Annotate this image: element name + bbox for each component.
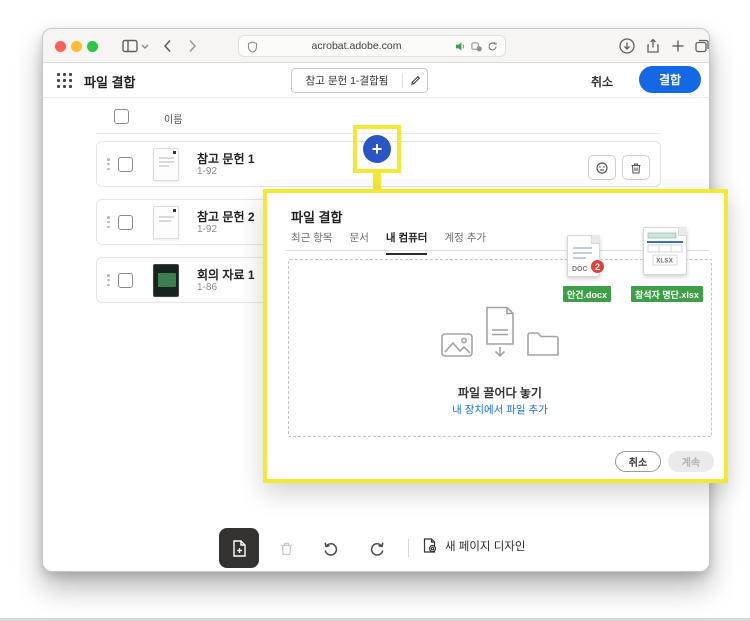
file-name: 참고 문헌 2: [197, 210, 255, 224]
file-thumbnail: [153, 264, 179, 297]
row-checkbox[interactable]: [118, 215, 133, 230]
new-page-design-button[interactable]: 새 페이지 디자인: [421, 537, 525, 554]
drag-handle-icon[interactable]: [105, 272, 112, 290]
tab-my-computer[interactable]: 내 컴퓨터: [385, 230, 428, 255]
combine-button[interactable]: 결합: [639, 66, 701, 93]
cancel-button[interactable]: 취소: [591, 73, 613, 90]
downloads-icon[interactable]: [618, 37, 636, 55]
edit-filename-icon[interactable]: [403, 75, 427, 86]
docx-file-icon[interactable]: DOC 2: [567, 235, 605, 277]
file-page-range: 1-92: [197, 166, 218, 177]
expand-pages-button[interactable]: [588, 155, 616, 180]
combined-filename-value: 참고 문헌 1-결합됨: [305, 75, 389, 87]
sidebar-chevron-icon[interactable]: [140, 37, 150, 55]
tab-recent[interactable]: 최근 항목: [291, 230, 333, 255]
new-page-design-label: 새 페이지 디자인: [445, 540, 526, 553]
xlsx-file-label: 참석자 명단.xlsx: [631, 286, 703, 302]
maximize-window-button[interactable]: [87, 41, 98, 52]
add-from-device-link[interactable]: 내 장치에서 파일 추가: [289, 402, 711, 417]
browser-window: acrobat.adobe.com 파일 결합 참고 문헌 1-결합됨 취소 결…: [42, 28, 728, 572]
file-name: 회의 자료 1: [197, 268, 255, 282]
select-all-checkbox[interactable]: [114, 109, 129, 124]
new-tab-icon[interactable]: [669, 37, 687, 55]
file-thumbnail: [153, 206, 179, 239]
tab-overview-icon[interactable]: [693, 37, 711, 55]
toolbar-divider: [408, 539, 409, 557]
redo-button[interactable]: [366, 537, 388, 559]
docx-file-label: 안건.docx: [563, 286, 612, 302]
undo-button[interactable]: [319, 537, 341, 559]
row-checkbox[interactable]: [118, 157, 133, 172]
forward-button[interactable]: [183, 37, 201, 55]
reload-icon[interactable]: [487, 41, 498, 52]
sidebar-toggle-icon[interactable]: [121, 37, 139, 55]
svg-text:DOC: DOC: [572, 266, 588, 273]
svg-text:XLSX: XLSX: [656, 258, 674, 265]
file-count-badge: 2: [590, 259, 605, 274]
privacy-shield-icon: [247, 40, 258, 53]
add-files-dialog: 파일 결합 최근 항목 문서 내 컴퓨터 계정 추가 파일 끌어다 놓기 내 장…: [263, 189, 728, 483]
delete-file-button[interactable]: [622, 155, 650, 180]
translate-icon[interactable]: [471, 41, 482, 52]
drag-handle-icon[interactable]: [105, 156, 112, 174]
minimize-window-button[interactable]: [71, 41, 82, 52]
row-checkbox[interactable]: [118, 273, 133, 288]
url-text: acrobat.adobe.com: [311, 40, 402, 52]
file-page-range: 1-86: [197, 282, 218, 293]
screenshot-stage: acrobat.adobe.com 파일 결합 참고 문헌 1-결합됨 취소 결…: [0, 0, 750, 621]
browser-toolbar: acrobat.adobe.com: [43, 29, 709, 63]
folder-icon: [527, 332, 559, 356]
dialog-tabs: 최근 항목 문서 내 컴퓨터 계정 추가: [291, 230, 486, 255]
delete-page-button[interactable]: [275, 537, 297, 559]
dialog-title: 파일 결합: [291, 210, 343, 225]
xlsx-file-icon[interactable]: XLSX: [643, 227, 687, 275]
drag-handle-icon[interactable]: [105, 214, 112, 232]
file-thumbnail: [153, 148, 179, 181]
name-column-header: 이름: [164, 115, 183, 126]
audio-icon[interactable]: [455, 41, 466, 52]
new-page-design-icon: [423, 538, 437, 553]
insert-page-button[interactable]: [219, 528, 259, 568]
add-files-button[interactable]: +: [363, 135, 391, 163]
tab-documents[interactable]: 문서: [350, 230, 369, 255]
dialog-cancel-button[interactable]: 취소: [615, 451, 661, 472]
addressbar-icons: [455, 41, 498, 52]
combined-filename-field[interactable]: 참고 문헌 1-결합됨: [291, 68, 428, 93]
dialog-continue-button[interactable]: 계속: [668, 451, 714, 472]
app-header: 파일 결합 참고 문헌 1-결합됨 취소 결합: [43, 63, 709, 98]
close-window-button[interactable]: [55, 41, 66, 52]
document-icon: [486, 306, 514, 358]
tab-add-account[interactable]: 계정 추가: [444, 230, 486, 255]
image-icon: [441, 333, 473, 357]
back-button[interactable]: [159, 37, 177, 55]
file-name: 참고 문헌 1: [197, 152, 255, 166]
insert-page-icon: [232, 539, 246, 557]
file-page-range: 1-92: [197, 224, 218, 235]
share-icon[interactable]: [644, 37, 662, 55]
dropzone-title: 파일 끌어다 놓기: [458, 386, 542, 400]
dropzone-icons: [440, 306, 560, 358]
address-bar[interactable]: acrobat.adobe.com: [238, 35, 506, 57]
page-title: 파일 결합: [84, 75, 136, 90]
app-grid-icon[interactable]: [57, 73, 73, 89]
